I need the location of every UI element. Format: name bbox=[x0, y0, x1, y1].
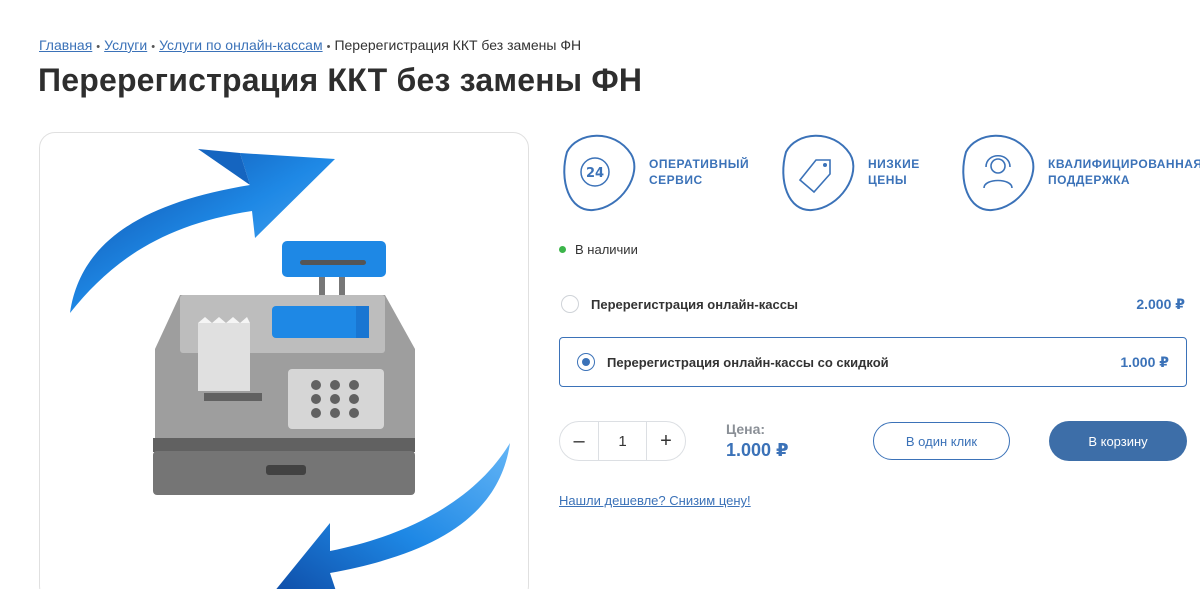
one-click-buy-button[interactable]: В один клик bbox=[873, 422, 1010, 460]
product-image[interactable] bbox=[39, 132, 529, 589]
quantity-increase-button[interactable]: + bbox=[647, 422, 685, 460]
option-reregistration[interactable]: Перерегистрация онлайн-кассы 2.000 ₽ bbox=[559, 279, 1187, 329]
breadcrumb-separator: • bbox=[96, 41, 101, 53]
breadcrumb-link-online-cash-services[interactable]: Услуги по онлайн-кассам bbox=[159, 37, 323, 53]
stock-label: В наличии bbox=[575, 242, 638, 257]
breadcrumb-link-home[interactable]: Главная bbox=[39, 37, 92, 53]
feature-label: Квалифицированная поддержка bbox=[1048, 157, 1200, 187]
price-label: Цена: bbox=[726, 421, 766, 437]
feature-qualified-support: Квалифицированная поддержка bbox=[958, 130, 1200, 214]
option-name: Перерегистрация онлайн-кассы bbox=[591, 296, 799, 312]
page-title: Перерегистрация ККТ без замены ФН bbox=[38, 62, 643, 98]
breadcrumb-current: Перерегистрация ККТ без замены ФН bbox=[334, 37, 582, 53]
add-to-cart-button[interactable]: В корзину bbox=[1049, 421, 1187, 461]
option-radio-selected[interactable] bbox=[577, 353, 595, 371]
option-name: Перерегистрация онлайн-кассы со скидкой bbox=[607, 354, 889, 370]
option-reregistration-discount[interactable]: Перерегистрация онлайн-кассы со скидкой … bbox=[559, 337, 1187, 387]
quantity-input[interactable]: 1 bbox=[598, 422, 647, 460]
price-block: Цена: 1.000 ₽ bbox=[726, 421, 789, 461]
breadcrumb-link-services[interactable]: Услуги bbox=[104, 37, 147, 53]
option-radio[interactable] bbox=[561, 295, 579, 313]
option-price: 2.000 ₽ bbox=[1136, 295, 1185, 312]
breadcrumb-separator: • bbox=[326, 41, 331, 53]
feature-label: Оперативный сервис bbox=[649, 157, 750, 187]
quantity-decrease-button[interactable]: – bbox=[560, 422, 598, 460]
arrow-top-icon bbox=[70, 153, 335, 313]
in-stock-dot-icon bbox=[559, 246, 566, 253]
found-cheaper-link[interactable]: Нашли дешевле? Снизим цену! bbox=[559, 493, 751, 508]
price-tag-icon bbox=[778, 130, 858, 214]
features: 24 Оперативный сервис Низкие цены Квалиф… bbox=[559, 130, 1200, 214]
breadcrumb-separator: • bbox=[151, 41, 156, 53]
cash-register-illustration bbox=[70, 149, 510, 589]
customer-display-icon bbox=[282, 241, 386, 277]
quantity-stepper: – 1 + bbox=[559, 421, 686, 461]
headset-support-icon bbox=[958, 130, 1038, 214]
stock-status: В наличии bbox=[559, 242, 638, 257]
breadcrumb: Главная • Услуги • Услуги по онлайн-кассам • П… bbox=[39, 37, 581, 53]
feature-label: Низкие цены bbox=[868, 157, 920, 187]
price-value: 1.000 ₽ bbox=[726, 440, 789, 460]
feature-low-prices: Низкие цены bbox=[778, 130, 920, 214]
svg-text:24: 24 bbox=[586, 166, 604, 181]
feature-fast-service: 24 Оперативный сервис bbox=[559, 130, 749, 214]
option-price: 1.000 ₽ bbox=[1120, 353, 1169, 370]
clock-24-icon: 24 bbox=[559, 130, 639, 214]
